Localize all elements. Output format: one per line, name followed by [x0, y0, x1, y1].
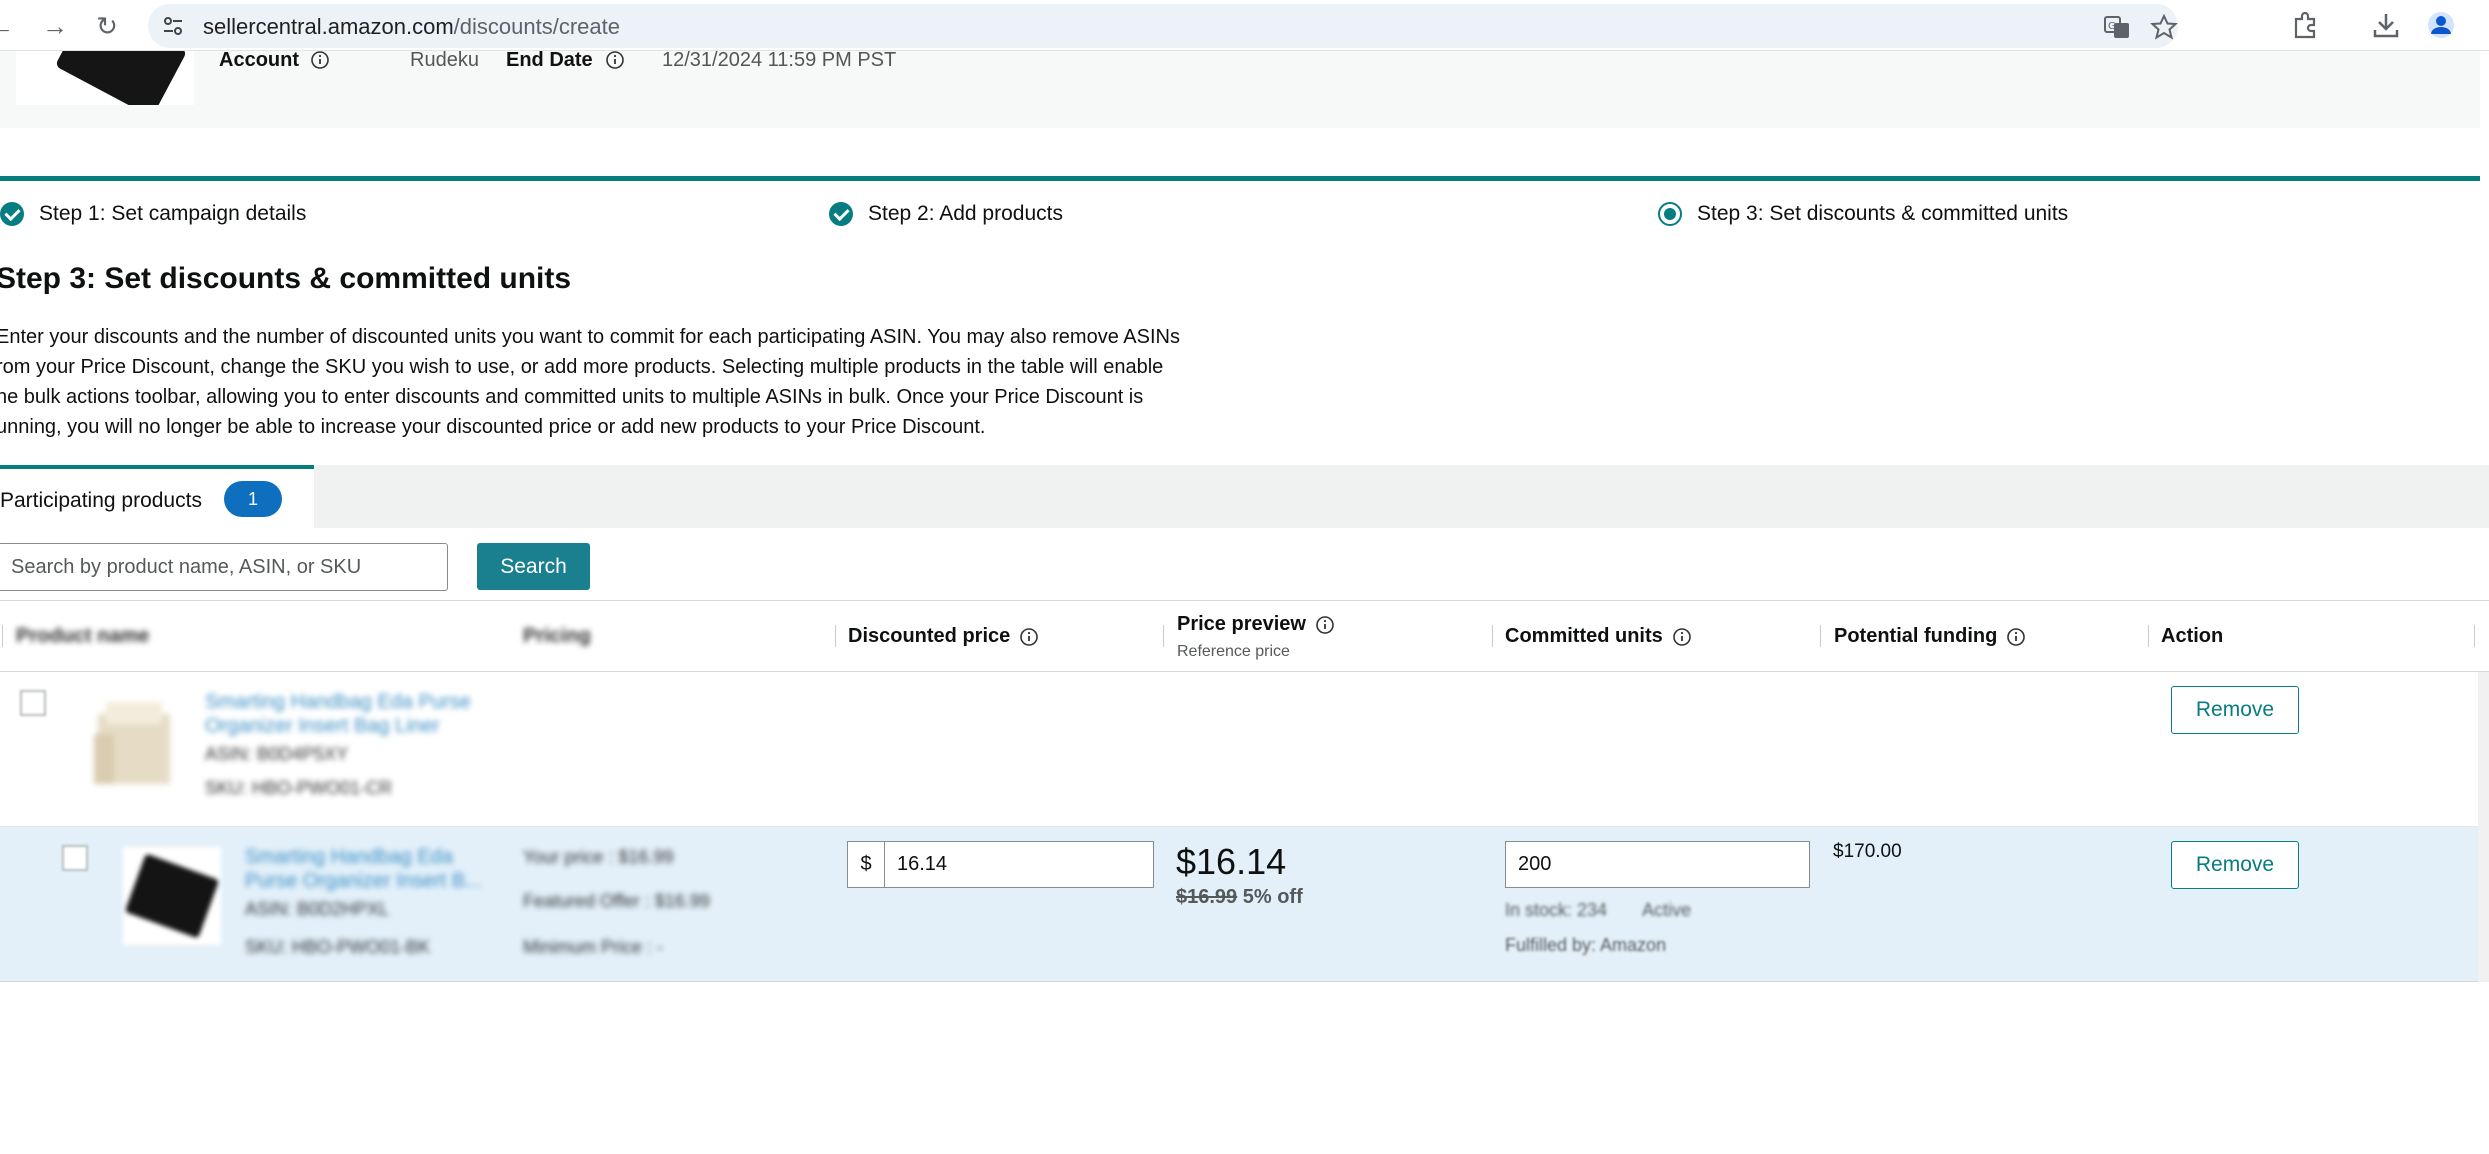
campaign-product-thumbnail [16, 51, 194, 105]
bookmark-star-icon[interactable] [2150, 14, 2178, 40]
search-input[interactable] [0, 543, 448, 591]
discounted-price-input[interactable] [884, 841, 1154, 888]
minimum-price: Minimum Price : - [523, 937, 664, 957]
stepper-progress-bar [0, 176, 2480, 181]
column-header-committed-units: Committed units [1505, 625, 1692, 648]
extensions-icon[interactable] [2290, 10, 2322, 40]
download-icon[interactable] [2370, 10, 2402, 40]
product-sku: SKU: HBO-PWO01-BK [245, 937, 431, 957]
info-icon[interactable] [2006, 627, 2026, 647]
profile-avatar-icon[interactable] [2425, 10, 2457, 40]
check-circle-icon [829, 202, 853, 226]
reference-price: $16.99 5% off [1176, 886, 1303, 908]
table-header: Product name Pricing Discounted price Pr… [0, 600, 2489, 672]
forward-arrow-icon[interactable]: → [40, 12, 70, 40]
account-label: Account [219, 49, 299, 71]
table-scrollbar[interactable] [2478, 672, 2489, 982]
column-header-product: Product name [16, 625, 150, 647]
check-circle-icon [0, 202, 24, 226]
site-settings-icon[interactable] [160, 13, 186, 39]
column-header-action: Action [2161, 625, 2224, 647]
stock-status: In stock: 234 Active [1505, 900, 1692, 920]
info-icon[interactable] [1019, 627, 1039, 647]
row-select-checkbox[interactable] [20, 690, 46, 716]
fulfilled-by: Fulfilled by: Amazon [1505, 935, 1667, 955]
tab-bar [0, 465, 2489, 528]
info-icon[interactable] [310, 50, 330, 70]
committed-units-input[interactable] [1505, 841, 1810, 888]
step-2: Step 2: Add products [829, 200, 1063, 228]
product-image [94, 702, 170, 784]
product-title-link[interactable]: Smarting Handbag Eda Purse Organizer Ins… [205, 690, 471, 738]
info-icon[interactable] [1315, 615, 1335, 635]
column-header-price-preview: Price preview [1177, 613, 1335, 636]
address-bar[interactable]: sellercentral.amazon.com/discounts/creat… [148, 4, 2178, 48]
column-header-pricing: Pricing [523, 625, 591, 647]
remove-button[interactable]: Remove [2171, 686, 2299, 734]
column-header-discounted-price: Discounted price [848, 625, 1039, 648]
currency-prefix: $ [847, 841, 885, 888]
featured-offer-price: Featured Offer : $16.99 [523, 891, 710, 911]
column-subheader-reference-price: Reference price [1177, 643, 1290, 660]
current-step-radio-icon [1658, 202, 1682, 226]
page-description: Enter your discounts and the number of d… [0, 326, 1180, 438]
table-row: Smarting Handbag Eda Purse Organizer Ins… [0, 672, 2489, 827]
back-arrow-icon[interactable]: ← [0, 12, 16, 40]
potential-funding-value: $170.00 [1833, 841, 1902, 862]
step-3: Step 3: Set discounts & committed units [1658, 200, 2068, 228]
product-sku: SKU: HBO-PWO01-CR [205, 778, 393, 798]
product-asin: ASIN: B0D4P5XY [205, 744, 349, 764]
end-date-value: 12/31/2024 11:59 PM PST [662, 49, 897, 71]
product-count-badge: 1 [224, 481, 282, 517]
search-button[interactable]: Search [477, 543, 590, 590]
browser-toolbar: ← → ↻ sellercentral.amazon.com/discounts… [0, 0, 2489, 51]
url-text: sellercentral.amazon.com/discounts/creat… [203, 14, 620, 39]
page-title: Step 3: Set discounts & committed units [0, 262, 572, 295]
reload-icon[interactable]: ↻ [92, 12, 122, 40]
product-image [123, 847, 221, 945]
product-title-link[interactable]: Smarting Handbag Eda Purse Organizer Ins… [245, 845, 482, 893]
info-icon[interactable] [605, 50, 625, 70]
step-1: Step 1: Set campaign details [0, 200, 306, 228]
remove-button[interactable]: Remove [2171, 841, 2299, 889]
tab-participating-products[interactable]: Participating products 1 [0, 465, 314, 528]
your-price: Your price : $16.99 [523, 847, 674, 867]
column-header-potential-funding: Potential funding [1834, 625, 2026, 648]
product-asin: ASIN: B0D2HPXL [245, 899, 390, 919]
preview-price: $16.14 [1176, 841, 1287, 882]
account-value: Rudeku [410, 49, 479, 71]
campaign-summary [0, 51, 2480, 128]
row-select-checkbox[interactable] [62, 845, 88, 871]
svg-text:G: G [2108, 21, 2116, 32]
translate-icon[interactable]: G [2103, 14, 2131, 40]
table-row: Smarting Handbag Eda Purse Organizer Ins… [0, 827, 2489, 982]
end-date-label: End Date [506, 49, 593, 71]
info-icon[interactable] [1672, 627, 1692, 647]
